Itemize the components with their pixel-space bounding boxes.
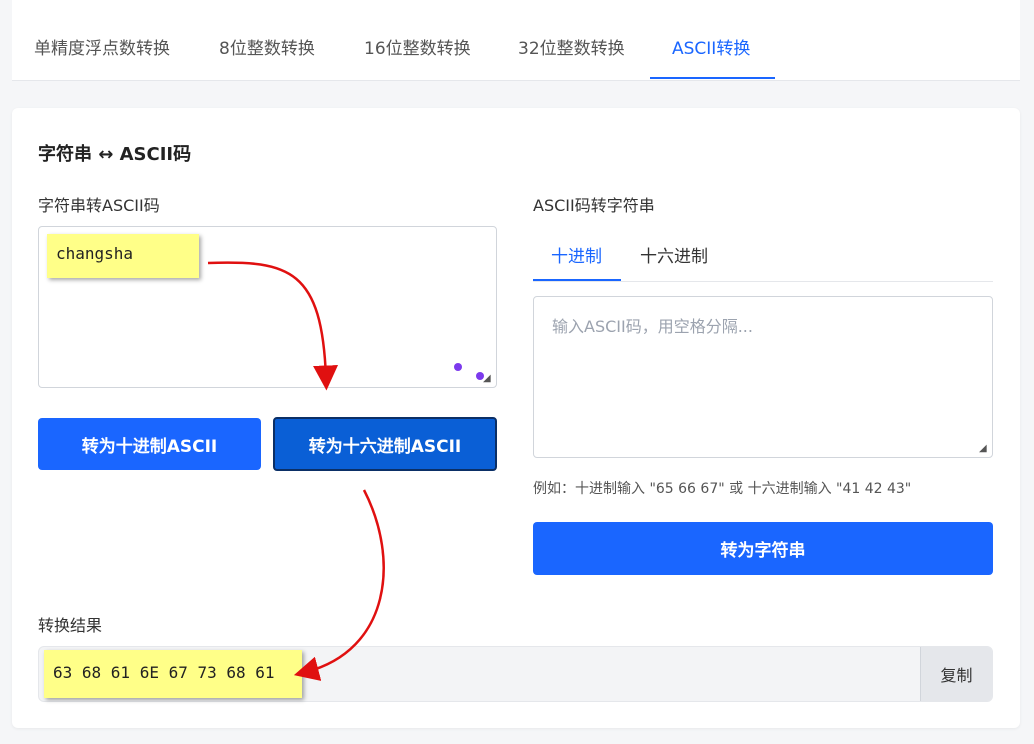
ascii-code-input[interactable]: 输入ASCII码，用空格分隔... ◢ [533,296,993,458]
resize-handle-icon[interactable]: ◢ [979,444,989,454]
active-tab-indicator [650,77,775,79]
tab-int16[interactable]: 16位整数转换 [364,34,471,59]
input-value-highlight: changsha [47,234,199,278]
ascii-input-placeholder: 输入ASCII码，用空格分隔... [552,317,753,336]
tab-int32[interactable]: 32位整数转换 [518,34,625,59]
result-value-highlight: 63 68 61 6E 67 73 68 61 [44,650,302,698]
tab-hexadecimal[interactable]: 十六进制 [640,242,708,267]
tab-ascii[interactable]: ASCII转换 [672,34,750,59]
dot-icon [454,363,462,371]
to-decimal-ascii-button[interactable]: 转为十进制ASCII [38,418,261,470]
example-hint: 例如：十进制输入 "65 66 67" 或 十六进制输入 "41 42 43" [533,481,912,497]
tab-decimal[interactable]: 十进制 [551,242,602,267]
string-to-ascii-label: 字符串转ASCII码 [38,196,160,215]
to-string-button[interactable]: 转为字符串 [533,522,993,575]
tab-int8[interactable]: 8位整数转换 [219,34,315,59]
top-tab-bar: 单精度浮点数转换 8位整数转换 16位整数转换 32位整数转换 ASCII转换 [12,0,1020,81]
tab-float[interactable]: 单精度浮点数转换 [34,34,170,59]
to-hex-ascii-button[interactable]: 转为十六进制ASCII [273,417,497,471]
ascii-to-string-label: ASCII码转字符串 [533,196,655,215]
copy-button[interactable]: 复制 [920,647,992,701]
inner-tab-indicator [533,279,621,281]
dot-icon [476,372,484,380]
section-title: 字符串 ↔ ASCII码 [38,144,192,165]
inner-tab-divider [533,281,993,282]
result-label: 转换结果 [38,616,103,635]
resize-handle-icon[interactable]: ◢ [483,374,493,384]
